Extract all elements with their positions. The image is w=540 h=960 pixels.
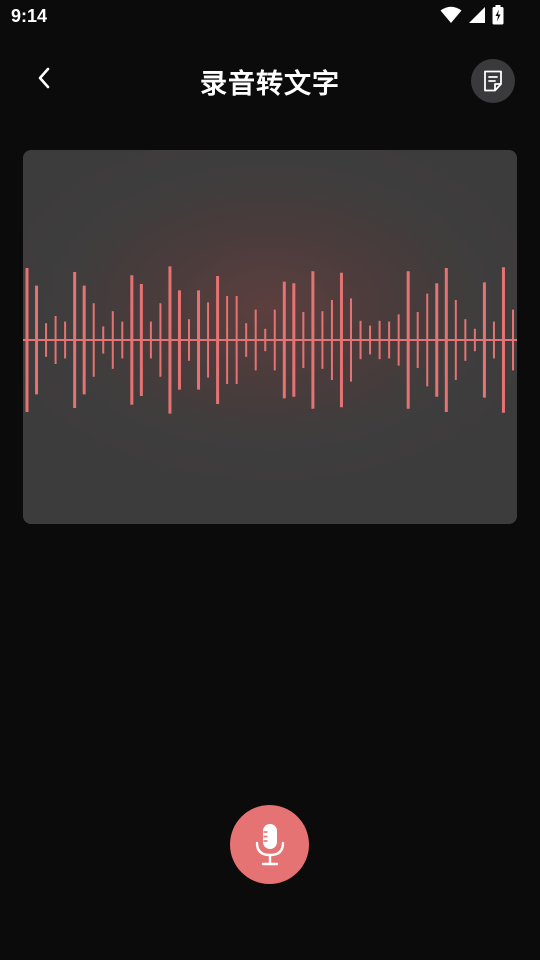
microphone-icon — [255, 823, 284, 865]
waveform — [23, 266, 517, 414]
notes-document-icon — [484, 70, 502, 92]
page-title: 录音转文字 — [200, 69, 340, 100]
status-icons — [440, 5, 504, 25]
waveform-panel — [23, 150, 517, 524]
battery-charging-icon — [492, 5, 504, 25]
status-bar: 9:14 — [0, 0, 540, 34]
cellular-signal-icon — [469, 7, 485, 23]
notes-button[interactable] — [471, 59, 515, 103]
wifi-icon — [440, 6, 462, 23]
status-time: 9:14 — [11, 6, 48, 26]
record-button[interactable] — [230, 805, 309, 884]
app-header: 录音转文字 — [0, 50, 540, 112]
